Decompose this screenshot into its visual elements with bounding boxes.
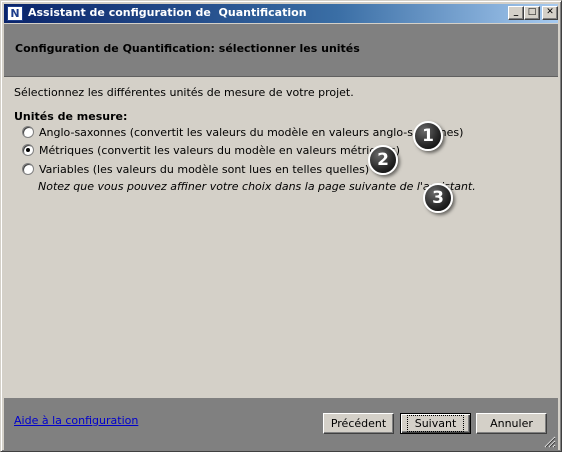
- next-button[interactable]: Suivant: [400, 413, 471, 434]
- resize-grip-icon[interactable]: [544, 436, 556, 448]
- wizard-content: Sélectionnez les différentes unités de m…: [4, 77, 558, 397]
- title-bar[interactable]: N Assistant de configuration de Quantifi…: [4, 4, 558, 23]
- close-button[interactable]: ✕: [542, 6, 558, 20]
- radio-label: Anglo-saxonnes (convertit les valeurs du…: [39, 125, 464, 139]
- radio-button[interactable]: [22, 163, 34, 175]
- callout-badge-2: 2: [368, 145, 398, 175]
- maximize-button[interactable]: □: [524, 6, 540, 20]
- radio-button[interactable]: [22, 144, 34, 156]
- radio-label: Variables (les valeurs du modèle sont lu…: [39, 162, 370, 176]
- previous-button[interactable]: Précédent: [323, 413, 394, 434]
- page-title: Configuration de Quantification: sélecti…: [15, 42, 360, 55]
- setup-wizard-window: N Assistant de configuration de Quantifi…: [0, 0, 562, 452]
- radio-option-anglo-saxon[interactable]: Anglo-saxonnes (convertit les valeurs du…: [22, 124, 463, 140]
- note-text: Notez que vous pouvez affiner votre choi…: [38, 180, 476, 193]
- cancel-button[interactable]: Annuler: [476, 413, 547, 434]
- radio-option-variable[interactable]: Variables (les valeurs du modèle sont lu…: [22, 161, 369, 177]
- radio-label: Métriques (convertit les valeurs du modè…: [39, 143, 401, 157]
- wizard-header: Configuration de Quantification: sélecti…: [4, 24, 558, 77]
- radio-option-metric[interactable]: Métriques (convertit les valeurs du modè…: [22, 142, 400, 158]
- next-button-label: Suivant: [406, 415, 465, 432]
- wizard-footer: Aide à la configuration Précédent Suivan…: [4, 398, 558, 450]
- minimize-button[interactable]: _: [508, 6, 524, 20]
- callout-badge-1: 1: [413, 121, 443, 151]
- units-group-label: Unités de mesure:: [14, 110, 128, 123]
- radio-button[interactable]: [22, 126, 34, 138]
- window-title: Assistant de configuration de Quantifica…: [28, 6, 307, 19]
- callout-badge-3: 3: [423, 183, 453, 213]
- app-icon: N: [7, 6, 23, 21]
- intro-text: Sélectionnez les différentes unités de m…: [14, 86, 354, 99]
- help-link[interactable]: Aide à la configuration: [14, 414, 138, 427]
